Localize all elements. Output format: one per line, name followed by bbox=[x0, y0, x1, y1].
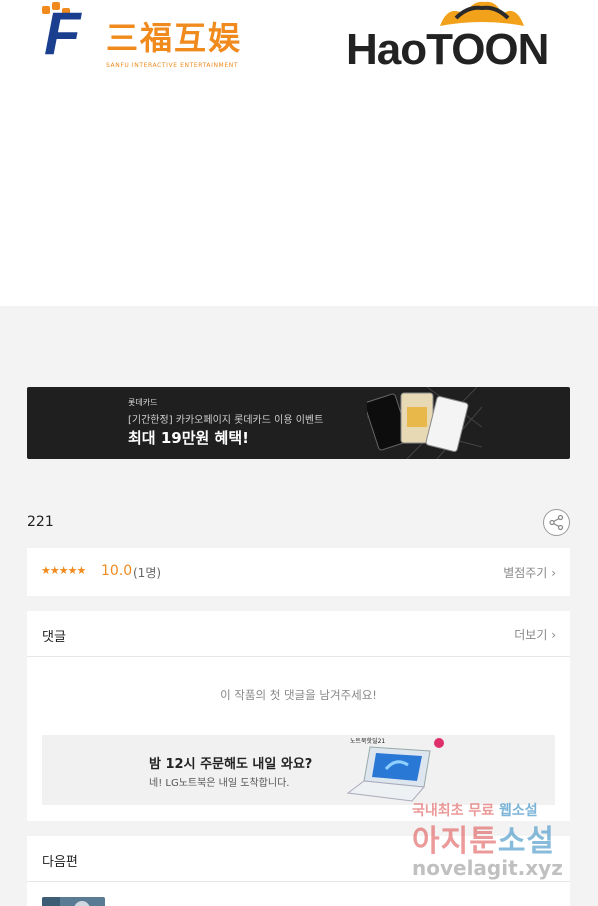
rating-score: 10.0 bbox=[101, 563, 133, 579]
divider bbox=[27, 656, 570, 657]
banner-brand: 롯데카드 bbox=[128, 398, 158, 407]
comments-empty-message: 이 작품의 첫 댓글을 남겨주세요! bbox=[220, 688, 377, 702]
next-episode-section: 다음편 bbox=[27, 836, 570, 906]
rate-button-label: 별점주기 bbox=[503, 566, 548, 580]
episode-title: 221 bbox=[27, 514, 54, 530]
thumbnail-image bbox=[42, 897, 90, 906]
chevron-right-icon: › bbox=[551, 628, 556, 642]
sanfu-f-mark: F bbox=[44, 0, 81, 67]
chevron-right-icon: › bbox=[551, 566, 556, 580]
banner-headline: 최대 19만원 혜택! bbox=[128, 429, 249, 447]
banner-subtitle: [기간한정] 카카오페이지 롯데카드 이용 이벤트 bbox=[128, 415, 324, 426]
header-logo-area: F 三福互娱 SANFU INTERACTIVE ENTERTAINMENT H… bbox=[0, 0, 598, 306]
comments-title: 댓글 bbox=[42, 630, 66, 645]
next-episode-title: 다음편 bbox=[42, 855, 78, 870]
sanfu-logo: F 三福互娱 SANFU INTERACTIVE ENTERTAINMENT bbox=[40, 2, 260, 72]
rating-count: (1명) bbox=[133, 566, 162, 580]
divider bbox=[27, 881, 570, 882]
share-icon bbox=[549, 514, 564, 531]
ad-banner[interactable]: 밤 12시 주문해도 내일 와요? 네! LG노트북은 내일 도착합니다. 노트… bbox=[42, 735, 555, 805]
rating-panel: ★★★★★ 10.0 (1명) 별점주기 › bbox=[27, 548, 570, 596]
haotoon-name: HaoTOON bbox=[346, 25, 549, 74]
comments-section: 댓글 더보기 › 이 작품의 첫 댓글을 남겨주세요! 밤 12시 주문해도 내… bbox=[27, 611, 570, 821]
ad-headline: 밤 12시 주문해도 내일 와요? bbox=[149, 757, 313, 772]
promo-banner[interactable]: 롯데카드 [기간한정] 카카오페이지 롯데카드 이용 이벤트 최대 19만원 혜… bbox=[27, 387, 570, 459]
comments-more-link[interactable]: 더보기 › bbox=[514, 626, 556, 643]
share-button[interactable] bbox=[543, 509, 570, 536]
ad-subtitle: 네! LG노트북은 내일 도착합니다. bbox=[149, 778, 290, 789]
sanfu-tagline: SANFU INTERACTIVE ENTERTAINMENT bbox=[106, 62, 239, 69]
sanfu-name: 三福互娱 bbox=[106, 19, 243, 57]
comments-more-label: 더보기 bbox=[514, 628, 548, 642]
ad-product-label: 노트북핫딜21 bbox=[350, 737, 385, 745]
rate-button[interactable]: 별점주기 › bbox=[503, 564, 556, 581]
rating-stars: ★★★★★ bbox=[41, 564, 86, 577]
credit-cards-image bbox=[367, 387, 482, 459]
laptop-image: 노트북핫딜21 bbox=[346, 737, 444, 802]
next-episode-thumbnail[interactable] bbox=[42, 897, 105, 906]
haotoon-logo: HaoTOON bbox=[346, 0, 560, 72]
